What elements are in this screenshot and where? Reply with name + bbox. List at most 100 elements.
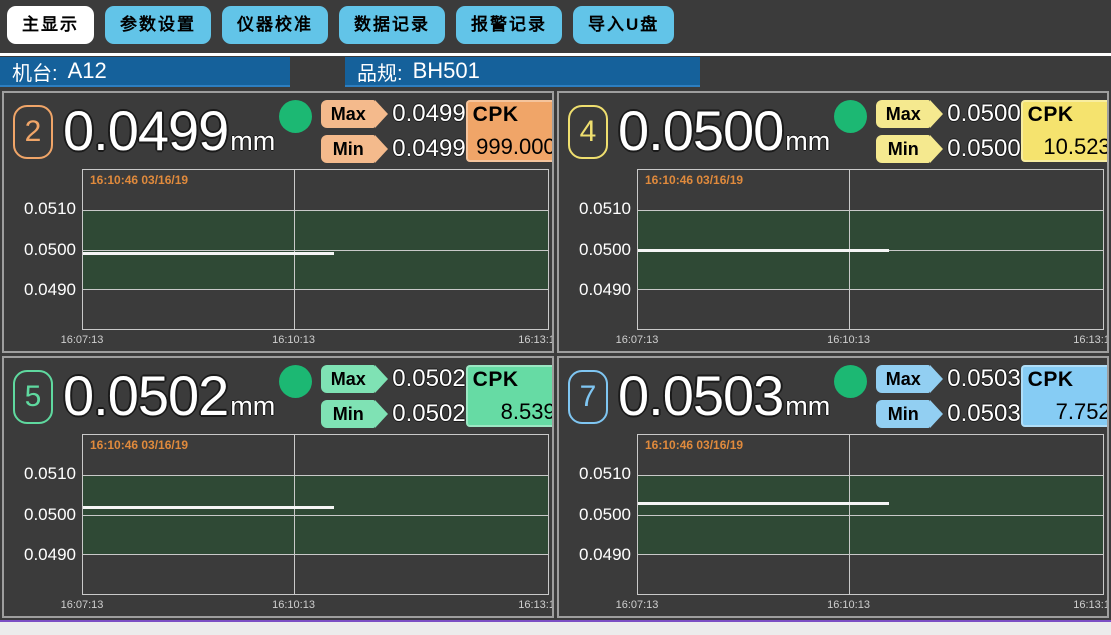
measurement-trend-line (638, 502, 889, 505)
status-ok-indicator (279, 365, 312, 398)
tab-parameter-settings[interactable]: 参数设置 (105, 6, 211, 44)
panel-header: 7 0.0503 mm Max 0.0503 Min 0.0503 (559, 358, 1107, 434)
max-min-block: Max 0.0503 Min 0.0503 (876, 365, 1020, 428)
tab-import-usb[interactable]: 导入U盘 (573, 6, 674, 44)
x-tick: 16:13:13 (1073, 599, 1109, 611)
y-tick: 0.0510 (24, 464, 76, 484)
max-tag: Max (876, 100, 930, 128)
trend-chart: 0.0510 0.0500 0.0490 16:10:46 03/16/19 (559, 169, 1107, 330)
x-tick: 16:07:13 (61, 599, 104, 611)
panel-header: 2 0.0499 mm Max 0.0499 Min 0.0499 (4, 93, 552, 169)
machine-label: 机台: (12, 57, 58, 86)
measurement-value: 0.0503 mm (618, 368, 830, 424)
max-row: Max 0.0502 (321, 365, 465, 393)
panel-header: 5 0.0502 mm Max 0.0502 Min 0.0502 (4, 358, 552, 434)
min-value: 0.0500 (947, 135, 1020, 163)
y-tick: 0.0500 (579, 240, 631, 260)
max-value: 0.0500 (947, 100, 1020, 128)
min-row: Min 0.0500 (876, 135, 1020, 163)
gridline-h (83, 554, 548, 555)
cpk-label: CPK (473, 368, 554, 392)
chart-plot-area: 16:10:46 03/16/19 (82, 434, 549, 595)
y-tick: 0.0500 (579, 505, 631, 525)
channel-number-badge: 2 (13, 105, 53, 159)
cpk-value: 8.539 (473, 400, 554, 424)
gridline-v (294, 170, 295, 329)
x-tick: 16:13:13 (1073, 334, 1109, 346)
min-value: 0.0499 (392, 135, 465, 163)
status-ok-indicator (834, 365, 867, 398)
value-number: 0.0503 (618, 368, 783, 424)
channel-panel-5: 5 0.0502 mm Max 0.0502 Min 0.0502 (2, 356, 554, 618)
tab-alarm-record[interactable]: 报警记录 (456, 6, 562, 44)
cpk-box: CPK 8.539 (466, 365, 554, 427)
max-tag: Max (321, 365, 375, 393)
y-tick: 0.0490 (24, 280, 76, 300)
max-min-block: Max 0.0502 Min 0.0502 (321, 365, 465, 428)
max-row: Max 0.0503 (876, 365, 1020, 393)
x-tick: 16:07:13 (61, 334, 104, 346)
max-tag: Max (876, 365, 930, 393)
tab-instrument-calibration[interactable]: 仪器校准 (222, 6, 328, 44)
gridline-h (83, 515, 548, 516)
min-value: 0.0503 (947, 400, 1020, 428)
value-unit: mm (230, 391, 275, 422)
max-value: 0.0499 (392, 100, 465, 128)
footer-strip (0, 622, 1111, 635)
y-tick: 0.0510 (579, 199, 631, 219)
measurement-value: 0.0499 mm (63, 103, 275, 159)
channel-panel-2: 2 0.0499 mm Max 0.0499 Min 0.0499 (2, 91, 554, 353)
trend-chart: 0.0510 0.0500 0.0490 16:10:46 03/16/19 (4, 434, 552, 595)
value-unit: mm (230, 126, 275, 157)
gridline-h (638, 289, 1103, 290)
channel-number-badge: 5 (13, 370, 53, 424)
x-tick: 16:13:13 (518, 334, 554, 346)
min-row: Min 0.0502 (321, 400, 465, 428)
max-tag: Max (321, 100, 375, 128)
measurement-value: 0.0502 mm (63, 368, 275, 424)
x-tick: 16:10:13 (272, 334, 315, 346)
gridline-h (83, 289, 548, 290)
measurement-trend-line (83, 252, 334, 255)
cpk-box: CPK 10.523 (1021, 100, 1109, 162)
cpk-label: CPK (1028, 103, 1109, 127)
tab-main-display[interactable]: 主显示 (7, 6, 94, 44)
min-tag: Min (876, 135, 930, 163)
channel-number-badge: 4 (568, 105, 608, 159)
x-axis-labels: 16:07:13 16:10:13 16:13:13 (637, 595, 1104, 616)
cpk-value: 999.000 (473, 135, 554, 159)
trend-chart: 0.0510 0.0500 0.0490 16:10:46 03/16/19 (4, 169, 552, 330)
value-unit: mm (785, 391, 830, 422)
y-tick: 0.0490 (24, 545, 76, 565)
gridline-v (294, 435, 295, 594)
y-tick: 0.0510 (579, 464, 631, 484)
trend-chart: 0.0510 0.0500 0.0490 16:10:46 03/16/19 (559, 434, 1107, 595)
channel-panel-4: 4 0.0500 mm Max 0.0500 Min 0.0500 (557, 91, 1109, 353)
y-tick: 0.0500 (24, 505, 76, 525)
value-number: 0.0499 (63, 103, 228, 159)
product-value: BH501 (413, 58, 480, 84)
y-axis-labels: 0.0510 0.0500 0.0490 (559, 169, 637, 330)
y-axis-labels: 0.0510 0.0500 0.0490 (559, 434, 637, 595)
x-tick: 16:10:13 (272, 599, 315, 611)
max-row: Max 0.0500 (876, 100, 1020, 128)
hmi-main-screen: 主显示 参数设置 仪器校准 数据记录 报警记录 导入U盘 机台: A12 品规:… (0, 0, 1111, 635)
x-tick: 16:13:13 (518, 599, 554, 611)
panel-header: 4 0.0500 mm Max 0.0500 Min 0.0500 (559, 93, 1107, 169)
max-row: Max 0.0499 (321, 100, 465, 128)
cpk-label: CPK (1028, 368, 1109, 392)
tab-data-record[interactable]: 数据记录 (339, 6, 445, 44)
gridline-h (83, 475, 548, 476)
value-unit: mm (785, 126, 830, 157)
max-value: 0.0503 (947, 365, 1020, 393)
cpk-box: CPK 999.000 (466, 100, 554, 162)
product-label: 品规: (357, 57, 403, 86)
gridline-v (849, 435, 850, 594)
y-axis-labels: 0.0510 0.0500 0.0490 (4, 169, 82, 330)
measurement-trend-line (83, 506, 334, 509)
machine-info-box: 机台: A12 (0, 57, 290, 87)
channel-number-badge: 7 (568, 370, 608, 424)
chart-timestamp: 16:10:46 03/16/19 (645, 438, 743, 452)
cpk-value: 10.523 (1028, 135, 1109, 159)
tab-bar: 主显示 参数设置 仪器校准 数据记录 报警记录 导入U盘 (0, 0, 1111, 44)
